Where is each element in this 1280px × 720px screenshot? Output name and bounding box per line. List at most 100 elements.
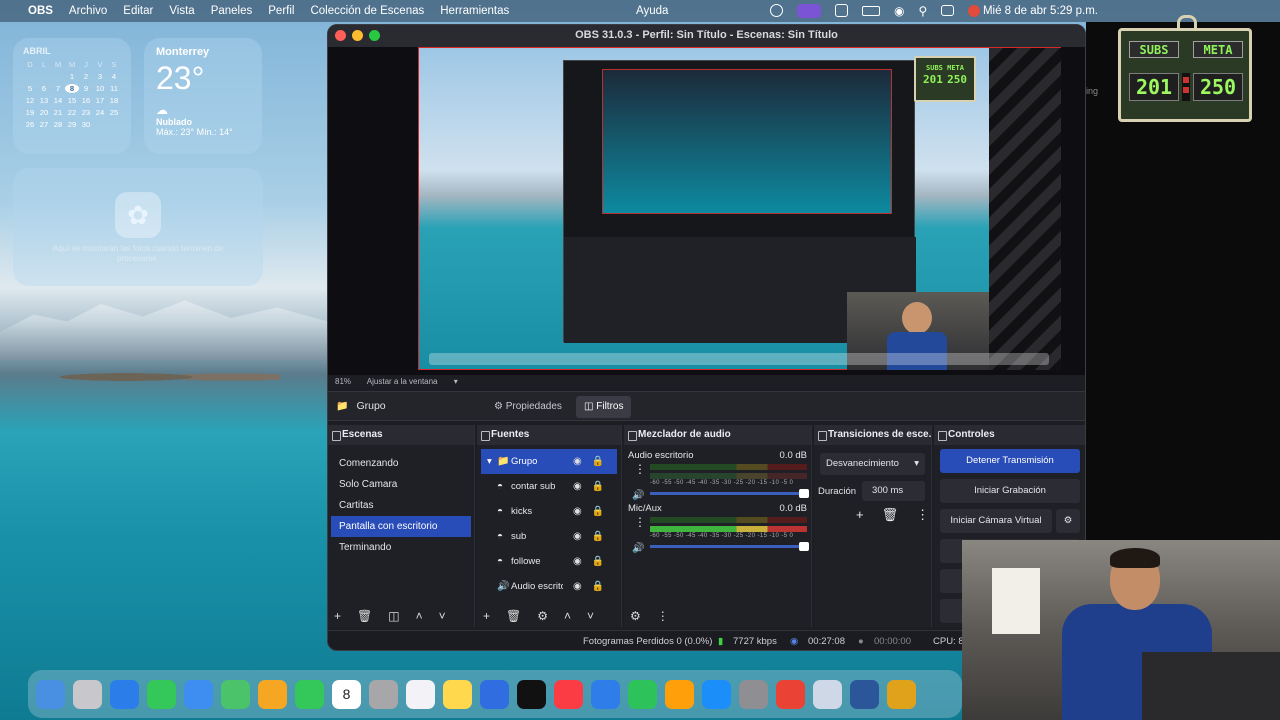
safari-icon[interactable] [110,679,139,709]
scene-item[interactable]: Pantalla con escritorio [331,516,471,537]
weather-widget[interactable]: Monterrey 23° ☁ Nublado Máx.: 23° Mín.: … [144,38,262,154]
gear-icon[interactable]: ⚙ [537,609,548,623]
gmail-icon[interactable] [776,679,805,709]
notes-icon[interactable] [443,679,472,709]
trash-icon[interactable]: 🗑 [882,507,899,523]
menu-paneles[interactable]: Paneles [211,5,253,17]
media-icon[interactable] [835,4,848,17]
calendar-widget[interactable]: ABRIL D L M M J V S 1 2 3 4 5 6 7 8 9 10 11 12 13 14 15 16 17 18… [13,38,131,154]
scene-item[interactable]: Comenzando [331,453,471,474]
photos-widget[interactable]: ✿ Aquí se mostrarán las fotos cuando ter… [13,168,263,286]
freeform-icon[interactable] [480,679,509,709]
properties-button[interactable]: ⚙ Propiedades [486,396,570,418]
display-icon[interactable] [770,4,783,17]
menu-herramientas[interactable]: Herramientas [440,5,509,17]
lock-icon[interactable]: 🔒 [592,581,604,592]
appstore-icon[interactable] [702,679,731,709]
more-icon[interactable]: ⋮ [657,609,669,623]
source-item[interactable]: ▾ 📁 Grupo ◉ 🔒 [481,449,617,474]
eye-icon[interactable]: ◉ [573,481,582,492]
music-icon[interactable] [554,679,583,709]
virtual-camera-settings-icon[interactable]: ⚙ [1056,509,1080,533]
chrome-icon[interactable] [968,5,981,17]
lock-icon[interactable]: 🔒 [592,506,604,517]
photos-icon[interactable] [258,679,287,709]
settings-icon[interactable] [739,679,768,709]
volume-slider[interactable] [650,542,809,551]
control-center-icon[interactable] [941,5,955,16]
preview-area[interactable]: SUBS META 201 250 [328,47,1085,375]
eye-icon[interactable]: ◉ [573,556,582,567]
scene-item[interactable]: Terminando [331,537,471,558]
speaker-icon[interactable]: 🔊 [632,490,644,501]
chevron-down-icon[interactable]: ▾ [454,377,458,386]
scene-item[interactable]: Cartitas [331,495,471,516]
preview-canvas[interactable]: SUBS META 201 250 [418,47,1061,370]
lock-icon[interactable]: 🔒 [592,481,604,492]
more-icon[interactable]: ⋮ [916,507,929,523]
expand-icon[interactable]: ▾ [487,456,492,467]
scene-item[interactable]: Solo Camara [331,474,471,495]
fit-window-select[interactable]: Ajustar a la ventana [367,377,438,386]
contacts-icon[interactable] [369,679,398,709]
menu-ayuda[interactable]: Ayuda [636,5,668,17]
obs-icon[interactable] [813,679,842,709]
lock-icon[interactable]: 🔒 [592,456,604,467]
eye-icon[interactable]: ◉ [573,531,582,542]
zoom-button[interactable] [369,30,380,41]
calendar-icon[interactable]: 8 [332,679,361,709]
lock-icon[interactable]: 🔒 [592,531,604,542]
source-item[interactable]: ◓ sub ◉ 🔒 [481,524,617,549]
facetime-icon[interactable] [295,679,324,709]
lock-icon[interactable]: 🔒 [592,556,604,567]
menu-app-name[interactable]: OBS [28,5,53,17]
close-button[interactable] [335,30,346,41]
menu-archivo[interactable]: Archivo [69,5,107,17]
filters-button[interactable]: ◫ Filtros [576,396,632,418]
mixer-settings-icon[interactable]: ⚙ [630,609,641,623]
keynote-icon[interactable] [591,679,620,709]
eye-icon[interactable]: ◉ [573,581,582,592]
source-item[interactable]: ◓ kicks ◉ 🔒 [481,499,617,524]
add-icon[interactable]: + [483,609,490,623]
add-icon[interactable]: + [334,609,341,623]
maps-icon[interactable] [221,679,250,709]
mail-icon[interactable] [184,679,213,709]
trash-icon[interactable]: 🗑 [357,609,372,623]
tv-icon[interactable] [517,679,546,709]
down-icon[interactable]: ˅ [439,609,446,623]
virtual-camera-button[interactable]: Iniciar Cámara Virtual [940,509,1052,533]
speaker-icon[interactable]: 🔊 [632,543,644,554]
launchpad-icon[interactable] [73,679,102,709]
down-icon[interactable]: ˅ [587,609,594,623]
numbers-icon[interactable] [628,679,657,709]
menu-perfil[interactable]: Perfil [268,5,294,17]
reminders-icon[interactable] [406,679,435,709]
menu-editar[interactable]: Editar [123,5,153,17]
filter-icon[interactable]: ◫ [388,609,399,623]
trash-icon[interactable]: 🗑 [506,609,521,623]
messages-icon[interactable] [147,679,176,709]
eye-icon[interactable]: ◉ [573,506,582,517]
pages-icon[interactable] [665,679,694,709]
more-icon[interactable]: ⋮ [634,462,646,476]
up-icon[interactable]: ˄ [564,609,571,623]
menu-vista[interactable]: Vista [169,5,194,17]
source-item[interactable]: ◓ followe ◉ 🔒 [481,549,617,574]
finder-icon[interactable] [36,679,65,709]
transition-select[interactable]: Desvanecimiento [820,453,925,475]
source-item[interactable]: 🔊 Audio escrito ◉ 🔒 [481,574,617,599]
battery-icon[interactable] [862,6,880,16]
more-icon[interactable]: ⋮ [634,515,646,529]
source-item[interactable]: ◓ contar sub ◉ 🔒 [481,474,617,499]
search-icon[interactable]: ⚲ [918,4,927,18]
start-recording-button[interactable]: Iniciar Grabación [940,479,1080,503]
eye-icon[interactable]: ◉ [573,456,582,467]
screen-record-icon[interactable] [797,4,821,18]
up-icon[interactable]: ˄ [416,609,423,623]
volume-slider[interactable] [650,489,809,498]
wifi-icon[interactable]: ◉ [894,4,904,18]
rider-icon[interactable] [887,679,916,709]
add-icon[interactable]: + [856,507,864,523]
word-icon[interactable] [850,679,879,709]
